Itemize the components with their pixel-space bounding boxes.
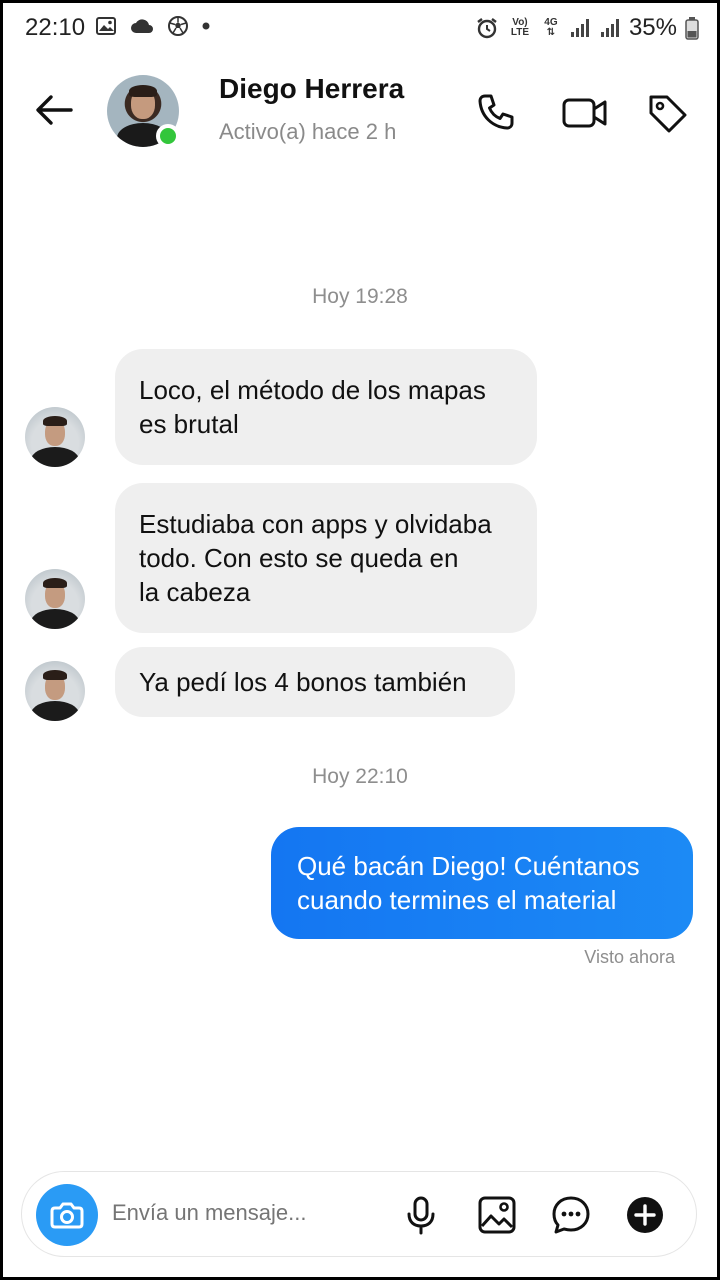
gallery-icon[interactable] <box>476 1194 518 1236</box>
signal-icon <box>570 19 589 37</box>
sender-avatar[interactable] <box>25 569 85 629</box>
contact-status: Activo(a) hace 2 h <box>219 119 397 144</box>
4g-icon: 4G ⇅ <box>544 17 558 38</box>
status-time: 22:10 <box>25 14 86 41</box>
message-line: Qué bacán Diego! Cuéntanos <box>297 851 640 881</box>
message-line: Estudiaba con apps y olvidaba <box>139 509 492 539</box>
status-left-icons <box>95 15 211 37</box>
back-arrow-icon[interactable] <box>31 87 77 133</box>
sender-avatar[interactable] <box>25 407 85 467</box>
sticker-chat-icon[interactable] <box>550 1194 592 1236</box>
volte-icon: Vo) LTE <box>510 17 530 38</box>
tag-icon[interactable] <box>645 91 689 135</box>
incoming-message-bubble[interactable]: Loco, el método de los mapas es brutal <box>115 349 537 465</box>
message-line: todo. Con esto se queda en <box>139 543 459 573</box>
camera-icon <box>50 1202 84 1229</box>
dot-icon <box>202 22 210 30</box>
message-line: Ya pedí los 4 bonos también <box>139 667 467 697</box>
soccer-ball-icon <box>168 16 188 36</box>
message-input[interactable] <box>112 1200 392 1226</box>
incoming-message-bubble[interactable]: Ya pedí los 4 bonos también <box>115 647 515 717</box>
status-bar: 22:10 Vo) LTE 4G ⇅ 35% <box>3 3 717 55</box>
message-line: la cabeza <box>139 577 251 607</box>
signal-icon <box>600 19 619 37</box>
incoming-message-bubble[interactable]: Estudiaba con apps y olvidaba todo. Con … <box>115 483 537 633</box>
chat-screen: 22:10 Vo) LTE 4G ⇅ 35% Diego Herrera Act… <box>3 3 717 1277</box>
video-camera-icon[interactable] <box>561 91 609 135</box>
online-indicator <box>156 124 180 148</box>
cloud-icon <box>131 19 153 33</box>
sender-avatar[interactable] <box>25 661 85 721</box>
battery-percent: 35% <box>628 14 677 41</box>
image-icon <box>96 17 116 35</box>
phone-icon[interactable] <box>473 91 517 135</box>
message-line: Loco, el método de los mapas <box>139 375 486 405</box>
message-composer <box>21 1171 697 1257</box>
message-line: cuando termines el material <box>297 885 617 915</box>
status-right-icons: Vo) LTE 4G ⇅ 35% <box>475 14 699 42</box>
outgoing-message-bubble[interactable]: Qué bacán Diego! Cuéntanos cuando termin… <box>271 827 693 939</box>
seen-receipt: Visto ahora <box>584 947 675 967</box>
contact-name[interactable]: Diego Herrera <box>219 73 404 105</box>
camera-button[interactable] <box>36 1184 98 1246</box>
plus-circle-icon[interactable] <box>624 1194 666 1236</box>
message-line: es brutal <box>139 409 239 439</box>
timestamp-divider: Hoy 19:28 <box>312 285 408 308</box>
alarm-icon <box>477 18 497 39</box>
chat-header: Diego Herrera Activo(a) hace 2 h <box>3 61 717 161</box>
timestamp-divider: Hoy 22:10 <box>312 765 408 788</box>
microphone-icon[interactable] <box>400 1194 442 1236</box>
battery-icon <box>685 17 699 40</box>
